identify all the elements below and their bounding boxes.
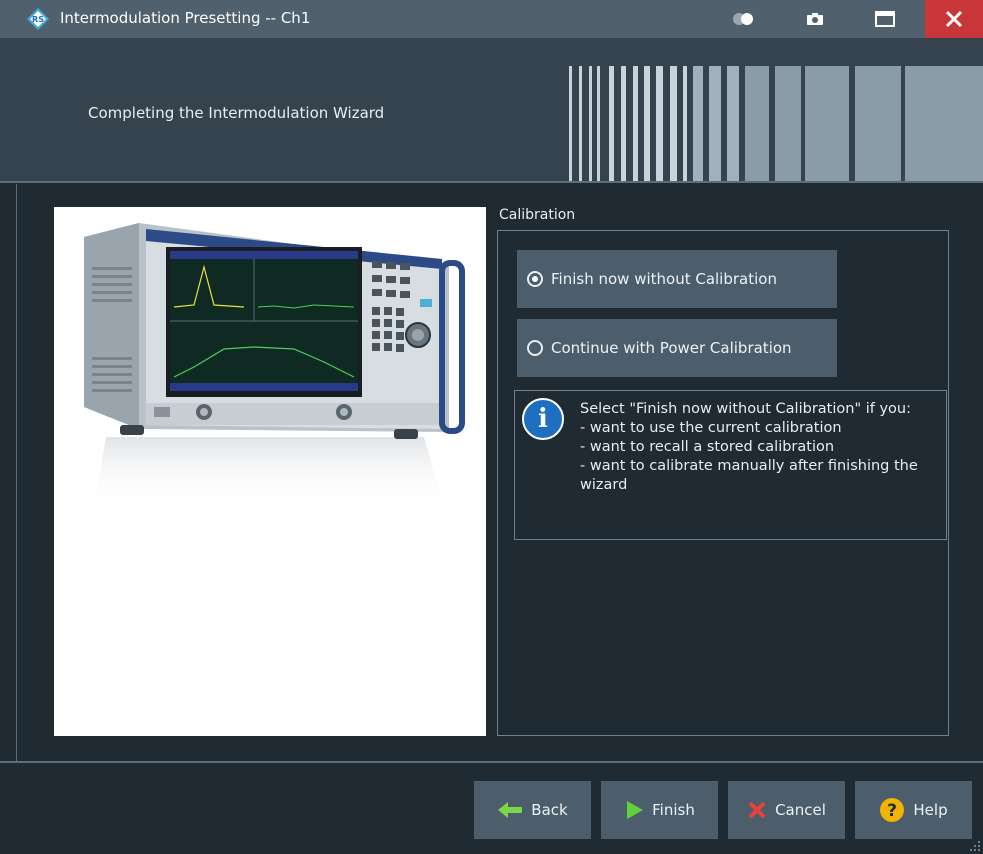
title-bar: RS Intermodulation Presetting -- Ch1 [0,0,983,38]
header-stripes-decoration [569,38,983,181]
cross-icon [748,801,766,819]
screenshot-button[interactable] [801,0,829,38]
radio-label: Continue with Power Calibration [551,339,792,357]
radio-continue-with-power-calibration[interactable]: Continue with Power Calibration [517,319,837,377]
maximize-button[interactable] [869,0,901,38]
back-button[interactable]: Back [474,781,591,839]
cancel-button[interactable]: Cancel [728,781,845,839]
finish-button[interactable]: Finish [601,781,718,839]
help-button-label: Help [913,801,948,819]
network-analyzer-illustration [84,223,465,507]
window-title: Intermodulation Presetting -- Ch1 [60,9,311,27]
maximize-icon [875,11,895,27]
wizard-header-title: Completing the Intermodulation Wizard [88,104,385,122]
question-icon: ? [880,798,905,822]
back-button-label: Back [531,801,568,819]
radio-checked-icon [527,271,543,287]
info-text: Select "Finish now without Calibration" … [580,401,918,493]
cancel-button-label: Cancel [775,801,826,819]
svg-text:?: ? [887,801,897,821]
finish-button-label: Finish [652,801,695,819]
resize-grip-icon[interactable] [969,840,981,852]
radio-unchecked-icon [527,340,543,356]
header-divider [0,181,983,183]
instrument-image [54,207,486,736]
rohde-schwarz-logo-icon: RS [27,8,49,30]
close-icon [945,10,963,28]
wizard-header: Completing the Intermodulation Wizard [0,38,983,181]
play-icon [627,801,644,819]
info-icon: i [522,398,564,440]
radio-finish-without-calibration[interactable]: Finish now without Calibration [517,250,837,308]
toggle-button[interactable] [728,0,758,38]
radio-label: Finish now without Calibration [551,270,777,288]
help-button[interactable]: ? Help [855,781,972,839]
calibration-group-label: Calibration [499,207,576,223]
close-button[interactable] [925,0,983,38]
toggle-icon [733,13,753,25]
arrow-left-icon [498,802,523,818]
svg-text:RS: RS [32,15,44,24]
camera-icon [807,13,823,25]
